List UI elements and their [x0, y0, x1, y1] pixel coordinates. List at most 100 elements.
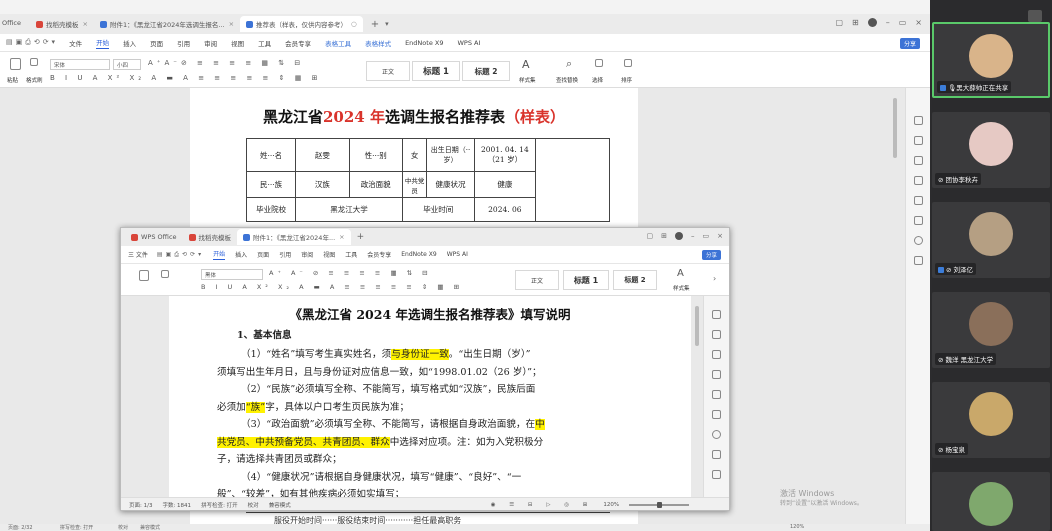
tool-icon[interactable] — [914, 196, 923, 205]
menu-tools[interactable]: 工具 — [345, 250, 357, 259]
menu-view[interactable]: 视图 — [231, 38, 244, 48]
edit-icon[interactable] — [712, 310, 721, 319]
avatar-icon[interactable] — [867, 18, 877, 27]
participant-tile[interactable]: 🎙黑大薛帅正在共享 — [932, 22, 1050, 98]
grid-icon[interactable]: ⊞ — [661, 232, 667, 240]
menu-home[interactable]: 开始 — [96, 37, 110, 49]
ribbon-more-icon[interactable]: › — [713, 274, 716, 283]
win2-tab-attachment[interactable]: 附件1：《黑龙江省2024年... × — [237, 229, 351, 245]
win2-tab-templates[interactable]: 找稻壳模板 — [183, 229, 238, 245]
font-name-select[interactable]: 宋体 — [50, 59, 110, 70]
menu-member[interactable]: 会员专享 — [367, 250, 391, 259]
menu-review[interactable]: 审阅 — [301, 250, 313, 259]
menu-wps-ai[interactable]: WPS AI — [447, 251, 468, 258]
format-painter-icon[interactable] — [30, 58, 38, 66]
search-icon[interactable]: ⌕ — [566, 57, 572, 71]
share-icon[interactable] — [914, 256, 923, 265]
layout-icon[interactable]: ▢ — [647, 232, 654, 240]
pen-icon[interactable] — [914, 136, 923, 145]
format-toolbar-row1[interactable]: A⁺A⁻⊘ ≡ ≡ ≡ ≡ ▦ ⇅ ⊟ — [148, 59, 304, 67]
participant-tile[interactable]: ⊘ 团协李秋卉 — [932, 112, 1050, 188]
format-toolbar-row2[interactable]: B I U A X² X₂ A ▬ A ≡ ≡ ≡ ≡ ≡ ⇕ ▦ ⊞ — [201, 283, 463, 291]
menu-table-style[interactable]: 表格样式 — [365, 38, 391, 48]
tab-templates[interactable]: 找稻壳模板 × — [30, 16, 94, 32]
styles-icon[interactable]: A — [677, 268, 684, 279]
layout-icon[interactable]: ▢ — [835, 18, 843, 27]
grid-icon[interactable]: ⊞ — [852, 18, 859, 27]
select-icon[interactable] — [712, 370, 721, 379]
style-heading2[interactable]: 标题 2 — [613, 270, 657, 290]
minimize-icon[interactable]: – — [886, 18, 890, 27]
menu-home[interactable]: 开始 — [213, 249, 226, 260]
help-icon[interactable] — [914, 236, 923, 245]
maximize-icon[interactable]: ▭ — [899, 18, 907, 27]
quick-access-icons[interactable]: ▤▣⎙⟲⟳▾ — [157, 251, 204, 259]
win2-scrollbar[interactable] — [695, 306, 699, 346]
vertical-scrollbar[interactable] — [893, 98, 897, 158]
share-button[interactable]: 分享 — [899, 38, 920, 49]
close-icon[interactable]: × — [229, 20, 234, 28]
edit-icon[interactable] — [914, 116, 923, 125]
participant-tile[interactable]: ⊘ 刘泽亿 — [932, 202, 1050, 278]
font-name-select[interactable]: 黑体 — [201, 269, 263, 280]
view-mode-icons[interactable]: ◉ ☰ ⊟ ▷ ◎ ⊞ — [491, 502, 594, 508]
sort-label[interactable]: 排序 — [621, 76, 632, 84]
more-icon[interactable] — [712, 470, 721, 479]
select-label[interactable]: 选择 — [592, 76, 603, 84]
format-toolbar-row2[interactable]: B I U A X² X₂ A ▬ A ≡ ≡ ≡ ≡ ≡ ⇕ ▦ ⊞ — [50, 74, 321, 82]
menu-member[interactable]: 会员专享 — [285, 38, 311, 48]
avatar-icon[interactable] — [675, 232, 683, 240]
menu-file[interactable]: 三 文件 — [128, 250, 148, 259]
help-icon[interactable] — [712, 430, 721, 439]
minimize-icon[interactable]: – — [691, 232, 695, 240]
menu-review[interactable]: 审阅 — [204, 38, 217, 48]
new-tab-icon[interactable]: + — [357, 232, 365, 242]
select-icon[interactable] — [595, 59, 603, 67]
style-heading1[interactable]: 标题 1 — [563, 270, 609, 290]
menu-reference[interactable]: 引用 — [279, 250, 291, 259]
menu-reference[interactable]: 引用 — [177, 38, 190, 48]
paste-icon[interactable] — [139, 270, 149, 281]
settings-icon[interactable] — [914, 216, 923, 225]
format-toolbar-row1[interactable]: A⁺ A⁻ ⊘ ≡ ≡ ≡ ≡ ▦ ⇅ ⊟ — [269, 269, 432, 277]
pen-icon[interactable] — [712, 330, 721, 339]
zoom-slider[interactable] — [629, 501, 690, 508]
style-body[interactable]: 正文 — [515, 270, 559, 290]
panel-top-icon[interactable] — [1028, 10, 1042, 22]
close-icon[interactable]: × — [339, 233, 344, 241]
new-tab-icon[interactable]: + — [371, 19, 379, 30]
win2-tab-wps[interactable]: WPS Office — [125, 229, 183, 245]
participant-tile[interactable]: ⊘ 杨宝泉 — [932, 382, 1050, 458]
maximize-icon[interactable]: ▭ — [703, 232, 710, 240]
style-heading2[interactable]: 标题 2 — [462, 61, 510, 81]
tab-dropdown-icon[interactable]: ▾ — [385, 20, 389, 28]
font-size-select[interactable]: 小四 — [113, 59, 141, 70]
menu-file[interactable]: 文件 — [69, 38, 82, 48]
share-button[interactable]: 分享 — [701, 250, 721, 260]
menu-endnote[interactable]: EndNote X9 — [405, 39, 443, 47]
cursor-icon[interactable] — [914, 156, 923, 165]
style-body[interactable]: 正文 — [366, 61, 410, 81]
tab-attachment[interactable]: 附件1：《黑龙江省2024年选调生报名... × — [94, 16, 240, 32]
settings-icon[interactable] — [712, 410, 721, 419]
menu-insert[interactable]: 插入 — [123, 38, 136, 48]
close-window-icon[interactable]: × — [915, 18, 922, 27]
share-icon[interactable] — [712, 450, 721, 459]
style-heading1[interactable]: 标题 1 — [412, 61, 460, 81]
close-window-icon[interactable]: × — [717, 232, 723, 240]
close-icon[interactable]: × — [83, 20, 88, 28]
menu-insert[interactable]: 插入 — [235, 250, 247, 259]
styles-icon[interactable]: A — [522, 58, 530, 71]
menu-page[interactable]: 页面 — [257, 250, 269, 259]
cursor-icon[interactable] — [712, 350, 721, 359]
menu-tools[interactable]: 工具 — [258, 38, 271, 48]
cut-icon[interactable] — [161, 270, 169, 278]
find-replace-label[interactable]: 查找替换 — [556, 76, 578, 84]
participant-tile[interactable]: ⊘ 魏洋 黑龙江大学 — [932, 292, 1050, 368]
tab-recommend-form[interactable]: 推荐表（样表，仅供内容参考） ○ — [240, 16, 363, 32]
menu-page[interactable]: 页面 — [150, 38, 163, 48]
menu-table-tools[interactable]: 表格工具 — [325, 38, 351, 48]
participant-tile[interactable] — [932, 472, 1050, 531]
paste-icon[interactable] — [10, 58, 21, 70]
close-icon[interactable]: ○ — [351, 20, 357, 28]
